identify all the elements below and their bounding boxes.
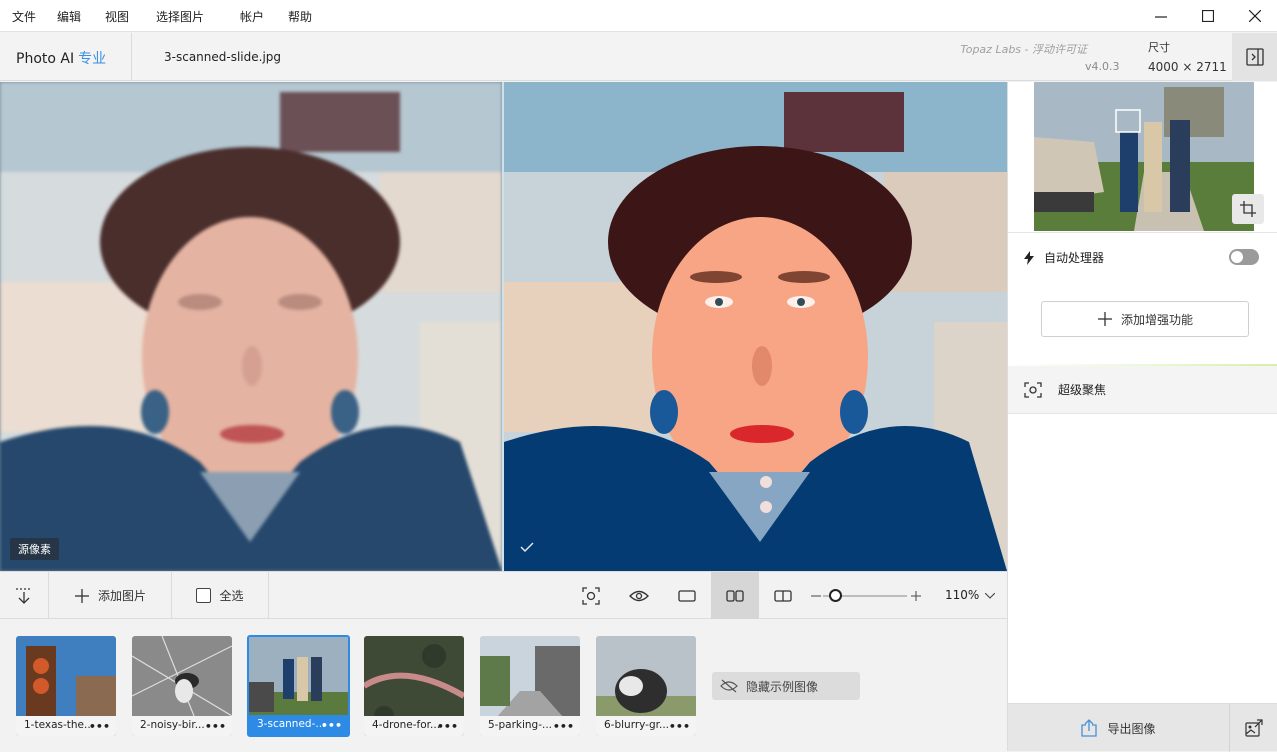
checkbox-box <box>196 588 212 603</box>
comparison-viewer[interactable]: 源像素 <box>0 82 1007 571</box>
maximize-icon <box>1202 10 1214 22</box>
menu-view[interactable]: 视图 <box>105 8 129 25</box>
navigator-image <box>1034 82 1254 231</box>
current-filename: 3-scanned-slide.jpg <box>164 50 282 64</box>
side-by-side-icon <box>726 589 744 602</box>
select-all-checkbox[interactable]: 全选 <box>172 572 268 619</box>
autopilot-row: 自动处理器 <box>1024 249 1104 266</box>
original-pixels-label: 源像素 <box>10 538 59 560</box>
superfocus-enhancement[interactable]: 超级聚焦 <box>1008 366 1277 414</box>
thumbnail-more-button[interactable]: ••• <box>669 720 690 733</box>
header-divider <box>131 33 132 81</box>
face-focus-icon <box>582 586 600 605</box>
enhanced-photo-image <box>504 82 1007 571</box>
minimize-icon <box>1155 16 1167 18</box>
single-view-button[interactable] <box>664 572 710 619</box>
export-icon <box>1081 719 1098 737</box>
focus-frame-icon <box>1024 381 1042 398</box>
bottom-toolbar: 添加图片 全选 110% <box>0 571 1007 619</box>
thumbnail-more-button[interactable]: ••• <box>437 720 458 733</box>
export-label: 导出图像 <box>1107 721 1156 736</box>
download-button[interactable] <box>0 572 48 619</box>
minimize-button[interactable] <box>1138 0 1184 32</box>
thumbnail-item[interactable]: 2-noisy-bir... ••• <box>132 636 232 736</box>
plus-icon <box>74 588 89 603</box>
preview-eye-button[interactable] <box>616 572 662 619</box>
autopilot-toggle[interactable] <box>1229 249 1259 265</box>
sidebar-divider <box>1008 232 1277 233</box>
autopilot-label: 自动处理器 <box>1044 251 1105 265</box>
close-button[interactable] <box>1232 0 1277 32</box>
menu-select-image[interactable]: 选择图片 <box>156 8 204 25</box>
zoom-in-button[interactable] <box>908 572 924 619</box>
thumbnail-item[interactable]: 1-texas-the... ••• <box>16 636 116 736</box>
quick-export-button[interactable] <box>1230 704 1277 752</box>
image-share-icon <box>1245 719 1263 737</box>
app-name: Photo AI <box>16 51 75 67</box>
side-by-side-view-button[interactable] <box>711 572 759 619</box>
toggle-panel-button[interactable] <box>1232 33 1277 81</box>
add-enhancement-label: 添加增强功能 <box>1120 312 1193 327</box>
minus-icon <box>811 594 821 597</box>
navigator-preview[interactable] <box>1034 82 1254 231</box>
right-sidebar: 自动处理器 添加增强功能 超级聚焦 导出图像 <box>1007 82 1277 752</box>
thumbnail-more-button[interactable]: ••• <box>321 719 342 732</box>
split-view-button[interactable] <box>760 572 806 619</box>
menu-edit[interactable]: 编辑 <box>57 8 81 25</box>
lightning-icon <box>1024 250 1034 265</box>
toolbar-divider <box>268 572 269 619</box>
eye-off-icon <box>720 679 738 693</box>
zoom-dropdown-button[interactable] <box>981 572 999 619</box>
add-enhancement-button[interactable]: 添加增强功能 <box>1041 301 1249 337</box>
select-all-label: 全选 <box>219 589 244 603</box>
dimension-value: 4000 × 2711 <box>1148 60 1227 74</box>
thumbnail-item[interactable]: 5-parking-... ••• <box>480 636 580 736</box>
menu-bar: 文件 编辑 视图 选择图片 帐户 帮助 <box>0 0 1277 32</box>
maximize-button[interactable] <box>1185 0 1231 32</box>
export-button[interactable]: 导出图像 <box>1008 704 1230 752</box>
thumbnail-item-selected[interactable]: 3-scanned-... ••• <box>247 635 350 737</box>
zoom-slider-knob[interactable] <box>829 589 843 602</box>
close-icon <box>1249 10 1261 22</box>
check-icon <box>520 538 534 557</box>
plus-icon <box>1097 312 1112 326</box>
add-image-label: 添加图片 <box>97 589 146 603</box>
original-photo-image <box>0 82 502 571</box>
eye-icon <box>629 590 649 601</box>
thumbnail-item[interactable]: 6-blurry-gr... ••• <box>596 636 696 736</box>
chevron-down-icon <box>985 592 995 599</box>
menu-account[interactable]: 帐户 <box>240 8 264 25</box>
zoom-value[interactable]: 110% <box>945 588 979 602</box>
version-label: v4.0.3 <box>1085 60 1120 73</box>
face-detect-button[interactable] <box>568 572 614 619</box>
zoom-out-button[interactable] <box>808 572 824 619</box>
thumbnail-more-button[interactable]: ••• <box>205 720 226 733</box>
original-preview <box>0 82 502 571</box>
add-image-button[interactable]: 添加图片 <box>49 572 171 619</box>
crop-icon <box>1240 201 1256 217</box>
license-text: Topaz Labs - 浮动许可证 <box>960 43 1087 56</box>
dimension-label: 尺寸 <box>1148 41 1170 54</box>
single-view-icon <box>678 589 696 602</box>
plus-small-icon <box>911 590 921 601</box>
hide-samples-label: 隐藏示例图像 <box>746 679 819 694</box>
download-arrow-icon <box>16 587 32 604</box>
sidebar-footer: 导出图像 <box>1008 703 1277 752</box>
sidebar-toggle-icon <box>1245 48 1264 66</box>
app-brand: Photo AI 专业 <box>16 48 106 68</box>
menu-file[interactable]: 文件 <box>12 8 36 25</box>
thumbnail-more-button[interactable]: ••• <box>553 720 574 733</box>
split-view-icon <box>774 589 792 602</box>
thumbnail-strip: 1-texas-the... ••• 2-noisy-bir... ••• 3-… <box>0 620 1007 751</box>
enhanced-preview <box>504 82 1007 571</box>
app-header: Photo AI 专业 3-scanned-slide.jpg Topaz Lab… <box>0 33 1277 81</box>
superfocus-label: 超级聚焦 <box>1058 383 1107 397</box>
edition-badge: 专业 <box>78 51 107 67</box>
menu-help[interactable]: 帮助 <box>288 8 312 25</box>
thumbnail-item[interactable]: 4-drone-for... ••• <box>364 636 464 736</box>
thumbnail-more-button[interactable]: ••• <box>89 720 110 733</box>
crop-button[interactable] <box>1232 194 1264 224</box>
hide-samples-button[interactable]: 隐藏示例图像 <box>712 672 860 700</box>
